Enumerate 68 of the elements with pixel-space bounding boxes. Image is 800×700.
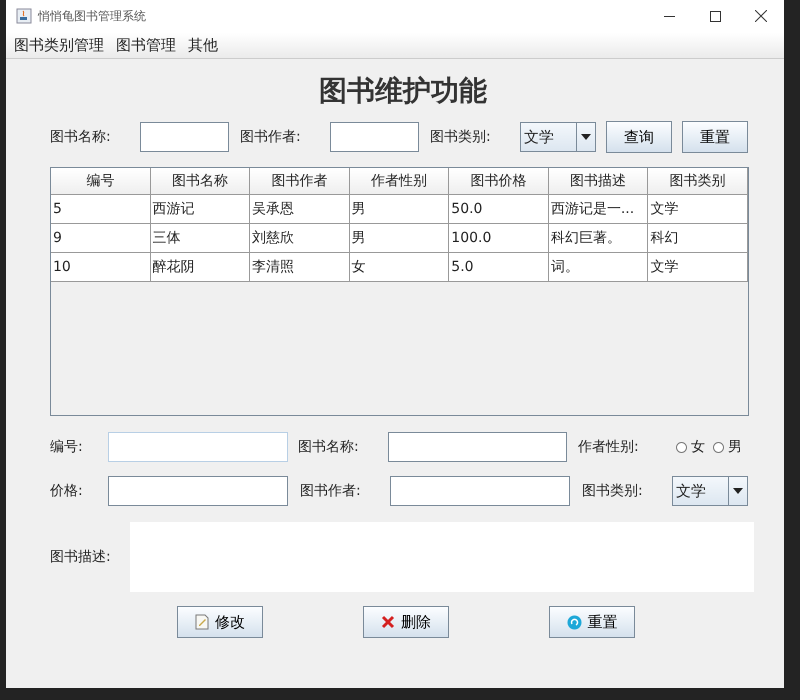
table-cell: 吴承恩 <box>250 195 350 224</box>
input-field[interactable] <box>330 122 419 152</box>
table-cell: 李清照 <box>250 253 350 282</box>
table-cell: 10 <box>51 253 151 282</box>
radio-button[interactable] <box>713 442 724 452</box>
table-cell: 刘慈欣 <box>250 224 350 253</box>
close-icon <box>755 10 767 22</box>
category-dropdown[interactable]: 文学 <box>520 122 596 152</box>
column-header[interactable]: 图书名称 <box>150 168 250 195</box>
search-button[interactable]: 查询 <box>606 121 672 153</box>
table-cell: 文学 <box>648 253 748 282</box>
caret-icon <box>733 488 743 494</box>
search-button[interactable]: 重置 <box>682 121 748 153</box>
column-header[interactable]: 图书作者 <box>250 168 350 195</box>
input-field[interactable] <box>108 476 288 506</box>
document-icon <box>195 614 209 630</box>
menu-item[interactable]: 图书类别管理 <box>14 36 104 54</box>
page-heading: 图书维护功能 <box>318 73 488 109</box>
action-button[interactable]: 删除 <box>363 606 449 638</box>
table-cell: 男 <box>350 195 450 224</box>
caret-icon <box>581 134 591 140</box>
action-button[interactable]: 修改 <box>177 606 263 638</box>
menu-item[interactable]: 其他 <box>188 36 218 54</box>
table-cell: 三体 <box>150 224 250 253</box>
field-label: 图书作者: <box>300 482 362 500</box>
column-header[interactable]: 编号 <box>51 168 151 195</box>
field-label: 图书名称: <box>50 128 112 146</box>
table-cell: 9 <box>51 224 151 253</box>
table-cell: 5.0 <box>449 253 549 282</box>
field-label: 图书作者: <box>240 128 302 146</box>
input-field[interactable] <box>390 476 570 506</box>
table-cell: 西游记 <box>150 195 250 224</box>
table-cell: 5 <box>51 195 151 224</box>
menu-item[interactable]: 图书管理 <box>116 36 176 54</box>
table-cell: 文学 <box>648 195 748 224</box>
table-cell: 科幻 <box>648 224 748 253</box>
table-cell: 100.0 <box>449 224 549 253</box>
field-label: 价格: <box>50 482 84 500</box>
radio-label: 女 <box>691 438 705 456</box>
refresh-icon <box>566 614 582 630</box>
column-header[interactable]: 图书价格 <box>449 168 549 195</box>
field-label: 作者性别: <box>578 438 640 456</box>
table-cell: 男 <box>350 224 450 253</box>
action-button[interactable]: 重置 <box>549 606 635 638</box>
field-label: 图书类别: <box>582 482 644 500</box>
field-label: 图书类别: <box>430 128 492 146</box>
table-cell: 50.0 <box>449 195 549 224</box>
field-label: 编号: <box>50 438 84 456</box>
field-label: 图书名称: <box>298 438 360 456</box>
input-field[interactable] <box>140 122 229 152</box>
maximize-icon <box>710 10 720 22</box>
table-cell: 西游记是一... <box>548 195 648 224</box>
table-cell: 女 <box>350 253 450 282</box>
table-cell: 醉花阴 <box>150 253 250 282</box>
radio-label: 男 <box>728 438 742 456</box>
category-dropdown[interactable]: 文学 <box>672 476 748 506</box>
column-header[interactable]: 作者性别 <box>350 168 450 195</box>
column-header[interactable]: 图书描述 <box>548 168 648 195</box>
table-cell: 词。 <box>548 253 648 282</box>
column-header[interactable]: 图书类别 <box>648 168 748 195</box>
radio-button[interactable] <box>676 442 687 452</box>
input-field[interactable] <box>388 432 567 462</box>
table-cell: 科幻巨著。 <box>548 224 648 253</box>
input-field[interactable] <box>108 432 288 462</box>
field-label: 图书描述: <box>50 548 112 566</box>
window-title: 悄悄龟图书管理系统 <box>38 8 147 24</box>
cross-icon <box>381 615 395 629</box>
cup-icon <box>16 8 32 24</box>
